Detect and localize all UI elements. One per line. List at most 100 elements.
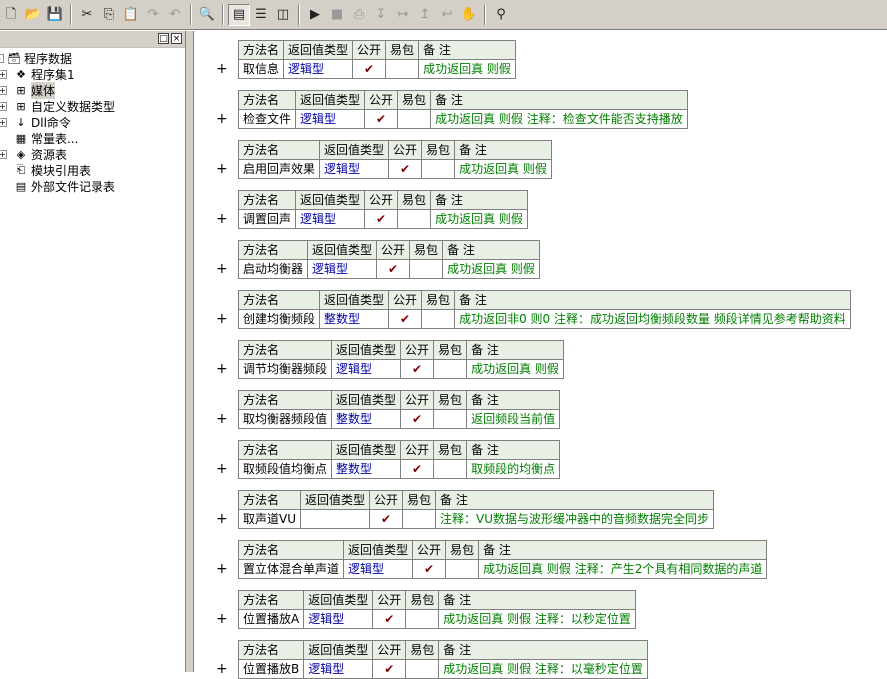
public-checkbox-cell[interactable]: ✔ xyxy=(400,409,435,429)
return-type-cell[interactable]: 逻辑型 xyxy=(295,109,366,129)
remark-cell[interactable]: 成功返回真 则假 注释：检查文件能否支持播放 xyxy=(430,109,688,129)
return-type-cell[interactable]: 整数型 xyxy=(331,409,402,429)
public-checkbox-cell[interactable]: ✔ xyxy=(400,459,435,479)
expand-toggle[interactable]: + xyxy=(0,149,7,159)
panel-splitter[interactable] xyxy=(186,31,194,672)
easy-package-checkbox-cell[interactable] xyxy=(433,459,468,479)
expand-method-button[interactable]: + xyxy=(216,411,228,427)
step-over-icon[interactable]: ↦ xyxy=(392,4,414,26)
easy-package-checkbox-cell[interactable] xyxy=(409,259,444,279)
return-type-cell[interactable]: 逻辑型 xyxy=(295,209,366,229)
method-name-cell[interactable]: 取信息 xyxy=(237,59,285,79)
public-checkbox-cell[interactable]: ✔ xyxy=(364,109,399,129)
return-type-cell[interactable]: 逻辑型 xyxy=(303,659,374,679)
easy-package-checkbox-cell[interactable] xyxy=(433,359,468,379)
split-horizontal-icon[interactable]: ☰ xyxy=(250,4,272,26)
easy-package-checkbox-cell[interactable] xyxy=(421,159,456,179)
return-type-cell[interactable] xyxy=(299,509,371,529)
public-checkbox-cell[interactable]: ✔ xyxy=(388,309,423,329)
tree-item[interactable]: -🗃程序数据 xyxy=(0,50,72,66)
method-name-cell[interactable]: 取频段值均衡点 xyxy=(237,459,333,479)
expand-method-button[interactable]: + xyxy=(216,161,228,177)
copy-icon[interactable]: ⎘ xyxy=(98,4,120,26)
remark-cell[interactable]: 成功返回真 则假 xyxy=(418,59,516,79)
undo-icon[interactable]: ↶ xyxy=(164,4,186,26)
tree-item[interactable]: ▤ 外部文件记录表 xyxy=(0,178,115,194)
remark-cell[interactable]: 返回频段当前值 xyxy=(466,409,561,429)
easy-package-checkbox-cell[interactable] xyxy=(397,109,432,129)
easy-package-checkbox-cell[interactable] xyxy=(405,609,440,629)
cut-icon[interactable]: ✂ xyxy=(76,4,98,26)
tree-item[interactable]: + ⊞ 自定义数据类型 xyxy=(0,98,115,114)
open-folder-icon[interactable]: 📂 xyxy=(22,4,44,26)
easy-package-checkbox-cell[interactable] xyxy=(402,509,437,529)
expand-method-button[interactable]: + xyxy=(216,461,228,477)
remark-cell[interactable]: 成功返回真 则假 注释：以秒定位置 xyxy=(438,609,636,629)
find-icon[interactable]: 🔍 xyxy=(196,4,218,26)
remark-cell[interactable]: 成功返回真 则假 xyxy=(466,359,564,379)
expand-method-button[interactable]: + xyxy=(216,611,228,627)
expand-toggle[interactable]: + xyxy=(0,85,7,95)
easy-package-checkbox-cell[interactable] xyxy=(385,59,420,79)
return-type-cell[interactable]: 整数型 xyxy=(331,459,402,479)
public-checkbox-cell[interactable]: ✔ xyxy=(372,659,407,679)
step-into-icon[interactable]: ↧ xyxy=(370,4,392,26)
remark-cell[interactable]: 成功返回真 则假 注释：以毫秒定位置 xyxy=(438,659,648,679)
method-name-cell[interactable]: 创建均衡频段 xyxy=(237,309,321,329)
method-name-cell[interactable]: 位置播放A xyxy=(237,609,305,629)
step-compile-icon[interactable]: ⎙ xyxy=(348,4,370,26)
expand-method-button[interactable]: + xyxy=(216,261,228,277)
tree-item[interactable]: ⎗ 模块引用表 xyxy=(0,162,91,178)
public-checkbox-cell[interactable]: ✔ xyxy=(412,559,447,579)
binoculars-icon[interactable]: ⚲ xyxy=(490,4,512,26)
easy-package-checkbox-cell[interactable] xyxy=(421,309,456,329)
collapse-toggle[interactable]: - xyxy=(0,53,4,63)
split-vertical-icon[interactable]: ◫ xyxy=(272,4,294,26)
return-type-cell[interactable]: 逻辑型 xyxy=(307,259,378,279)
panel-close-button[interactable]: × xyxy=(171,33,182,44)
return-type-cell[interactable]: 逻辑型 xyxy=(303,609,374,629)
method-name-cell[interactable]: 启用回声效果 xyxy=(237,159,321,179)
method-name-cell[interactable]: 检查文件 xyxy=(237,109,297,129)
easy-package-checkbox-cell[interactable] xyxy=(397,209,432,229)
remark-cell[interactable]: 成功返回真 则假 xyxy=(430,209,528,229)
tree-item[interactable]: + ❖ 程序集1 xyxy=(0,66,75,82)
public-checkbox-cell[interactable]: ✔ xyxy=(352,59,387,79)
redo-icon[interactable]: ↷ xyxy=(142,4,164,26)
return-type-cell[interactable]: 逻辑型 xyxy=(319,159,390,179)
breakpoint-hand-icon[interactable]: ✋ xyxy=(458,4,480,26)
return-type-cell[interactable]: 整数型 xyxy=(319,309,390,329)
method-name-cell[interactable]: 取声道VU xyxy=(238,509,301,529)
method-name-cell[interactable]: 启动均衡器 xyxy=(237,259,309,279)
return-type-cell[interactable]: 逻辑型 xyxy=(343,559,414,579)
code-editor[interactable]: + 方法名 返回值类型 公开 易包备 注取信息 逻辑型 ✔ 成功返回真 则假 + 方法名 返回值类型… xyxy=(194,31,887,679)
easy-package-checkbox-cell[interactable] xyxy=(405,659,440,679)
method-name-cell[interactable]: 置立体混合单声道 xyxy=(237,559,345,579)
paste-icon[interactable]: 📋 xyxy=(120,4,142,26)
tree-item[interactable]: + ↓ Dll命令 xyxy=(0,114,71,130)
public-checkbox-cell[interactable]: ✔ xyxy=(376,259,411,279)
public-checkbox-cell[interactable]: ✔ xyxy=(400,359,435,379)
expand-method-button[interactable]: + xyxy=(216,661,228,677)
remark-cell[interactable]: 成功返回真 则假 xyxy=(442,259,540,279)
tree-item[interactable]: + ◈ 资源表 xyxy=(0,146,67,162)
expand-method-button[interactable]: + xyxy=(216,311,228,327)
expand-method-button[interactable]: + xyxy=(216,361,228,377)
run-icon[interactable]: ▶ xyxy=(304,4,326,26)
method-name-cell[interactable]: 调置回声 xyxy=(237,209,297,229)
return-type-cell[interactable]: 逻辑型 xyxy=(331,359,402,379)
expand-toggle[interactable]: + xyxy=(0,101,7,111)
easy-package-checkbox-cell[interactable] xyxy=(445,559,480,579)
public-checkbox-cell[interactable]: ✔ xyxy=(369,509,404,529)
expand-method-button[interactable]: + xyxy=(216,511,228,527)
remark-cell[interactable]: 成功返回真 则假 xyxy=(454,159,552,179)
public-checkbox-cell[interactable]: ✔ xyxy=(372,609,407,629)
save-icon[interactable]: 💾 xyxy=(44,4,66,26)
expand-method-button[interactable]: + xyxy=(216,211,228,227)
new-file-icon[interactable]: 🗋 xyxy=(0,4,22,26)
method-name-cell[interactable]: 取均衡器频段值 xyxy=(237,409,333,429)
expand-method-button[interactable]: + xyxy=(216,111,228,127)
tree-item[interactable]: ▦ 常量表... xyxy=(0,130,79,146)
method-name-cell[interactable]: 位置播放B xyxy=(237,659,305,679)
remark-cell[interactable]: 取频段的均衡点 xyxy=(466,459,561,479)
